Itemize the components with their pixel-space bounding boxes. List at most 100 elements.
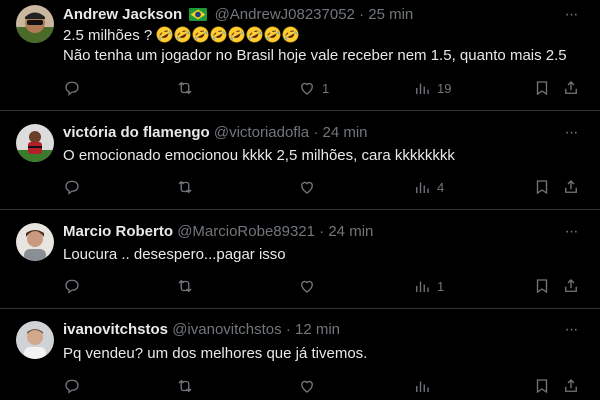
rolling-on-floor-laughing-emoji — [156, 26, 173, 43]
tweet-header: Marcio Roberto @MarcioRobe89321 · 24 min — [63, 223, 556, 241]
views-icon — [416, 381, 429, 392]
like-button[interactable] — [298, 177, 316, 197]
tweet-andrew-jackson[interactable]: Andrew Jackson @AndrewJ08237052 · 25 min… — [0, 0, 600, 111]
share-button[interactable] — [562, 376, 580, 396]
avatar[interactable] — [16, 5, 54, 43]
reply-button[interactable] — [63, 78, 81, 98]
view-count: 19 — [437, 80, 452, 96]
views-icon — [416, 281, 429, 292]
handle[interactable]: @MarcioRobe89321 — [177, 223, 315, 240]
display-name[interactable]: Marcio Roberto — [63, 223, 173, 240]
timestamp[interactable]: 25 min — [368, 6, 413, 23]
reply-button[interactable] — [63, 276, 81, 296]
tweet-text: 2.5 milhões ? Não tenha um jogador no Br… — [63, 26, 584, 66]
separator-dot: · — [313, 124, 319, 141]
tweet-header: Andrew Jackson @AndrewJ08237052 · 25 min — [63, 6, 556, 26]
display-name[interactable]: Andrew Jackson — [63, 6, 182, 23]
share-icon — [565, 81, 577, 94]
rolling-on-floor-laughing-emoji — [228, 26, 245, 43]
retweet-icon — [178, 180, 192, 194]
retweet-button[interactable] — [176, 276, 194, 296]
more-options-icon[interactable]: ··· — [560, 322, 582, 341]
share-button[interactable] — [562, 177, 580, 197]
avatar[interactable] — [16, 321, 54, 359]
retweet-icon — [178, 379, 192, 393]
reply-icon — [65, 180, 79, 195]
like-button[interactable] — [298, 376, 316, 396]
views-icon — [416, 83, 429, 94]
avatar[interactable] — [16, 223, 54, 261]
rolling-on-floor-laughing-emoji — [264, 26, 281, 43]
share-icon — [565, 279, 577, 292]
bookmark-icon — [536, 279, 548, 294]
brazil-flag — [189, 8, 208, 26]
retweet-button[interactable] — [176, 376, 194, 396]
tweet-line: 2.5 milhões ? — [63, 26, 584, 46]
bookmark-icon — [536, 180, 548, 195]
timestamp[interactable]: 24 min — [328, 223, 373, 240]
rolling-on-floor-laughing-emoji — [192, 26, 209, 43]
bookmark-button[interactable] — [533, 376, 551, 396]
reply-button[interactable] — [63, 376, 81, 396]
display-name[interactable]: ivanovitchstos — [63, 321, 168, 338]
bookmark-button[interactable] — [533, 276, 551, 296]
views-button[interactable]: 4 — [413, 177, 444, 197]
tweet-line: Não tenha um jogador no Brasil hoje vale… — [63, 47, 567, 64]
retweet-icon — [178, 279, 192, 293]
reply-icon — [65, 81, 79, 96]
share-icon — [565, 180, 577, 193]
bookmark-icon — [536, 81, 548, 96]
rolling-on-floor-laughing-emoji — [282, 26, 299, 43]
tweet-header: ivanovitchstos @ivanovitchstos · 12 min — [63, 321, 556, 339]
tweet-text: O emocionado emocionou kkkk 2,5 milhões,… — [63, 146, 584, 166]
handle[interactable]: @victoriadofla — [214, 124, 309, 141]
timestamp[interactable]: 24 min — [323, 124, 368, 141]
views-icon — [416, 182, 429, 193]
reply-icon — [65, 379, 79, 394]
retweet-button[interactable] — [176, 78, 194, 98]
tweet-victoria-do-flamengo[interactable]: victória do flamengo @victoriadofla · 24… — [0, 111, 600, 210]
view-count: 4 — [437, 179, 445, 195]
handle[interactable]: @ivanovitchstos — [172, 321, 281, 338]
tweet-ivanovitchstos[interactable]: ivanovitchstos @ivanovitchstos · 12 min … — [0, 309, 600, 400]
action-bar: 1 19 — [63, 78, 584, 98]
retweet-button[interactable] — [176, 177, 194, 197]
share-button[interactable] — [562, 276, 580, 296]
bookmark-icon — [536, 379, 548, 394]
rolling-on-floor-laughing-emoji — [174, 26, 191, 43]
share-button[interactable] — [562, 78, 580, 98]
reply-icon — [65, 279, 79, 294]
rolling-on-floor-laughing-emoji — [210, 26, 227, 43]
reply-button[interactable] — [63, 177, 81, 197]
tweet-line: Loucura .. desespero...pagar isso — [63, 246, 286, 263]
separator-dot: · — [319, 223, 325, 240]
views-button[interactable]: 1 — [413, 276, 444, 296]
separator-dot: · — [285, 321, 291, 338]
tweet-marcio-roberto[interactable]: Marcio Roberto @MarcioRobe89321 · 24 min… — [0, 210, 600, 309]
emoji-row — [156, 26, 300, 44]
views-button[interactable]: 19 — [413, 78, 451, 98]
tweet-line: O emocionado emocionou kkkk 2,5 milhões,… — [63, 147, 455, 164]
handle[interactable]: @AndrewJ08237052 — [215, 6, 355, 23]
tweet-text: Pq vendeu? um dos melhores que já tivemo… — [63, 344, 584, 364]
like-icon — [301, 280, 313, 293]
tweet-header: victória do flamengo @victoriadofla · 24… — [63, 124, 556, 142]
more-options-icon[interactable]: ··· — [560, 7, 582, 26]
reply-feed: Andrew Jackson @AndrewJ08237052 · 25 min… — [0, 0, 600, 400]
like-icon — [301, 181, 313, 194]
separator-dot: · — [359, 6, 365, 23]
view-count: 1 — [437, 278, 445, 294]
bookmark-button[interactable] — [533, 177, 551, 197]
action-bar — [63, 376, 584, 396]
avatar[interactable] — [16, 124, 54, 162]
views-button[interactable] — [413, 376, 431, 396]
timestamp[interactable]: 12 min — [295, 321, 340, 338]
bookmark-button[interactable] — [533, 78, 551, 98]
more-options-icon[interactable]: ··· — [560, 224, 582, 243]
like-button[interactable] — [298, 276, 316, 296]
display-name[interactable]: victória do flamengo — [63, 124, 210, 141]
like-button[interactable]: 1 — [298, 78, 329, 98]
action-bar: 4 — [63, 177, 584, 197]
action-bar: 1 — [63, 276, 584, 296]
more-options-icon[interactable]: ··· — [560, 125, 582, 144]
